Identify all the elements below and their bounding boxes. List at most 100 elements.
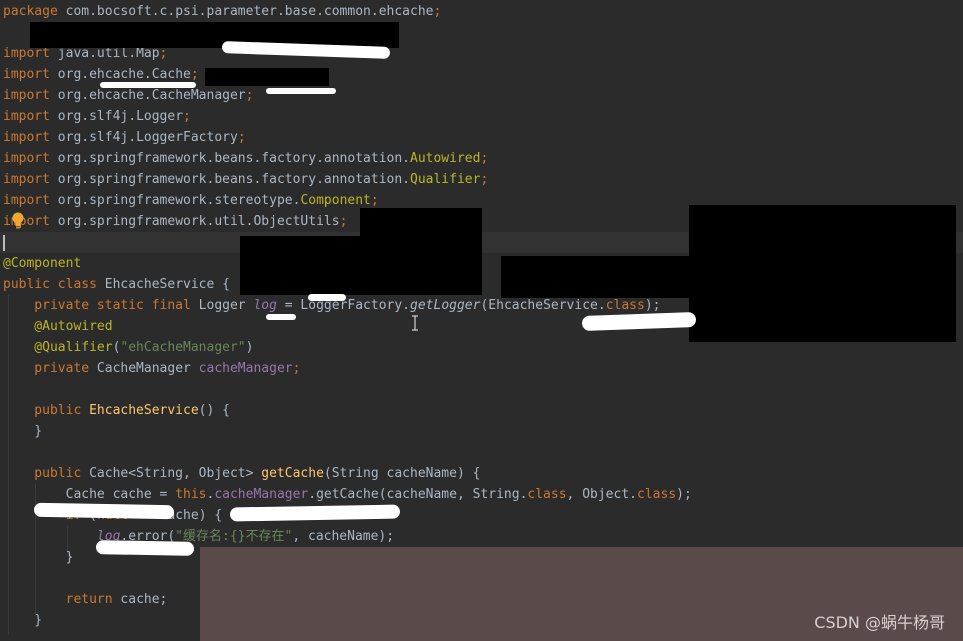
text-cursor-icon <box>412 315 418 331</box>
code-token: Cache<String, Object> <box>89 466 262 481</box>
code-token: .getCache(cacheName, String. <box>308 487 528 502</box>
code-text: import org.springframework.beans.factory… <box>3 169 488 190</box>
code-text: import org.ehcache.CacheManager; <box>3 85 253 106</box>
code-line[interactable] <box>0 442 963 463</box>
code-token: package <box>3 4 66 19</box>
code-text: } <box>3 610 42 631</box>
code-line[interactable]: } <box>0 421 963 442</box>
redaction-block <box>205 68 329 86</box>
code-line[interactable]: package com.bocsoft.c.psi.parameter.base… <box>0 1 963 22</box>
text-caret <box>3 235 5 251</box>
scribble-mark <box>266 88 336 94</box>
code-text: } <box>3 421 42 442</box>
scribble-mark <box>33 502 175 520</box>
code-text: public class EhcacheService { <box>3 274 230 295</box>
redaction-block <box>30 22 399 48</box>
code-token: public class <box>3 277 105 292</box>
scribble-mark <box>100 82 196 88</box>
scribble-mark <box>308 294 346 301</box>
scribble-mark <box>229 504 401 522</box>
code-token: public <box>3 466 90 481</box>
redaction-block <box>689 205 956 342</box>
code-token: log <box>253 298 277 313</box>
watermark: CSDN @蜗牛杨哥 <box>814 613 945 632</box>
code-token: import <box>3 193 58 208</box>
code-token: ); <box>676 487 692 502</box>
code-token: class <box>527 487 567 502</box>
code-token: @Component <box>3 256 82 271</box>
code-token: org.springframework.beans.factory.annota… <box>57 172 410 187</box>
code-text: public EhcacheService() { <box>3 400 230 421</box>
code-token: ; <box>292 361 301 376</box>
code-line[interactable]: import org.slf4j.Logger; <box>0 106 963 127</box>
code-token: @Autowired <box>3 319 113 334</box>
code-token: ; <box>159 46 168 61</box>
code-token: () { <box>198 403 230 418</box>
redaction-block <box>360 208 482 236</box>
code-text: } <box>3 547 74 568</box>
code-token: import <box>3 109 58 124</box>
code-token: org.springframework.util.ObjectUtils <box>57 214 340 229</box>
code-line[interactable]: public Cache<String, Object> getCache(St… <box>0 463 963 484</box>
code-token: import <box>3 151 58 166</box>
code-token: ); <box>644 298 661 313</box>
code-token: class <box>637 487 677 502</box>
scribble-mark <box>95 540 195 556</box>
code-line[interactable]: public EhcacheService() { <box>0 400 963 421</box>
code-token: ; <box>183 109 191 124</box>
code-token: org.slf4j.Logger <box>57 109 184 124</box>
code-token: EhcacheService <box>89 403 199 418</box>
code-token: org.ehcache.CacheManager <box>57 88 246 103</box>
code-token: cache; <box>120 592 168 607</box>
code-text: import org.springframework.beans.factory… <box>3 148 488 169</box>
code-token: , cacheName); <box>292 529 395 544</box>
code-token: ; <box>480 172 489 187</box>
code-text: @Qualifier("ehCacheManager") <box>3 337 253 358</box>
code-line[interactable]: import org.slf4j.LoggerFactory; <box>0 127 963 148</box>
code-token: cacheManager <box>214 487 309 502</box>
code-token: com.bocsoft.c.psi.parameter.base.common.… <box>65 4 434 19</box>
code-token: import <box>3 67 58 82</box>
code-line[interactable]: import org.springframework.beans.factory… <box>0 169 963 190</box>
code-token: getLogger <box>410 298 481 313</box>
code-line[interactable] <box>0 379 963 400</box>
code-text: log.error("缓存名:{}不存在", cacheName); <box>3 526 394 547</box>
code-token: java.util.Map <box>57 46 160 61</box>
lightbulb-icon[interactable] <box>11 212 25 230</box>
code-text: @Component <box>3 253 81 274</box>
code-line[interactable]: Cache cache = this.cacheManager.getCache… <box>0 484 963 505</box>
code-token: ; <box>339 214 348 229</box>
code-text: private CacheManager cacheManager; <box>3 358 300 379</box>
code-text: package com.bocsoft.c.psi.parameter.base… <box>3 1 441 22</box>
code-token: ) <box>245 340 254 355</box>
code-text: import org.springframework.stereotype.Co… <box>3 190 379 211</box>
code-token: org.springframework.beans.factory.annota… <box>57 151 410 166</box>
code-token: } <box>3 424 43 439</box>
code-text: import org.slf4j.Logger; <box>3 106 191 127</box>
code-line[interactable]: import org.springframework.beans.factory… <box>0 148 963 169</box>
code-token: org.springframework.stereotype. <box>57 193 301 208</box>
redaction-block <box>501 256 689 298</box>
code-token: Autowired <box>410 151 481 166</box>
code-token: private static final <box>3 298 199 313</box>
code-line[interactable]: private CacheManager cacheManager; <box>0 358 963 379</box>
redaction-block <box>240 236 482 295</box>
code-token: Logger <box>198 298 254 313</box>
code-token: @Qualifier <box>3 340 113 355</box>
code-token: ; <box>237 130 246 145</box>
code-token: EhcacheService { <box>104 277 230 292</box>
code-text: public Cache<String, Object> getCache(St… <box>3 463 480 484</box>
code-token: ; <box>190 67 199 82</box>
code-token: ; <box>245 88 254 103</box>
code-text: import org.slf4j.LoggerFactory; <box>3 127 246 148</box>
code-token: return <box>65 592 121 607</box>
code-token: "缓存名:{}不存在" <box>175 529 293 544</box>
code-token: private <box>3 361 97 376</box>
code-line[interactable]: import org.ehcache.CacheManager; <box>0 85 963 106</box>
code-token: Cache cache = <box>3 487 176 502</box>
code-token: cacheManager <box>198 361 293 376</box>
code-token: import <box>3 88 58 103</box>
code-token: } <box>3 613 43 628</box>
code-token: org.ehcache.Cache <box>57 67 191 82</box>
